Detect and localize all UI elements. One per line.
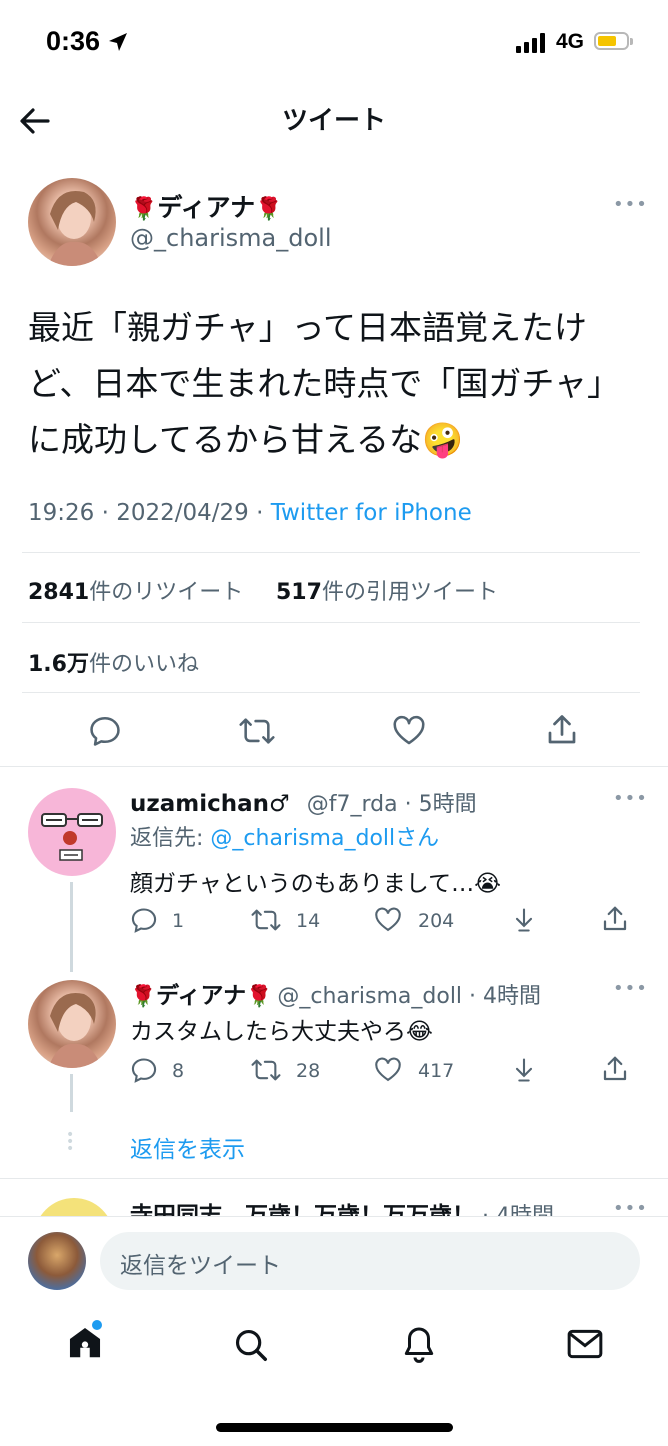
share-icon[interactable]	[600, 904, 630, 934]
thread-dots: • • •	[66, 1127, 75, 1157]
retweet-icon[interactable]	[238, 714, 276, 748]
status-bar: 0:36 4G	[0, 0, 668, 86]
avatar[interactable]	[28, 788, 116, 876]
tweet-source-link[interactable]: Twitter for iPhone	[271, 500, 472, 526]
quote-stats[interactable]: 517件の引用ツイート	[276, 574, 498, 606]
more-icon[interactable]: •••	[613, 1198, 648, 1216]
reply-time: 4時間	[483, 984, 542, 1009]
reply-to-prefix: 返信先:	[130, 826, 204, 851]
compose-placeholder: 返信をツイート	[120, 1253, 281, 1279]
retweet-count: 28	[296, 1060, 321, 1082]
divider	[0, 1178, 668, 1179]
partial-reply[interactable]: 寺田同志、万歳！万歳！万万歳！ · 4時間 •••	[0, 1180, 668, 1216]
show-replies-link[interactable]: 返信を表示	[130, 1130, 245, 1164]
retweet-count: 14	[296, 910, 321, 932]
avatar[interactable]	[34, 1198, 114, 1216]
home-indicator	[216, 1423, 453, 1432]
rose-icon: 🌹	[130, 197, 158, 222]
like-icon[interactable]	[374, 1056, 402, 1084]
reply-text: 顔ガチャというのもありまして…😭	[130, 871, 501, 897]
tweet-date: 2022/04/29	[116, 500, 249, 526]
divider	[22, 622, 640, 623]
tweet-time: 19:26	[28, 500, 95, 526]
rose-icon: 🌹	[130, 984, 157, 1008]
reply-to-suffix: さん	[395, 826, 440, 851]
avatar[interactable]	[28, 980, 116, 1068]
like-stats[interactable]: 1.6万件のいいね	[28, 646, 199, 678]
reply-icon[interactable]	[130, 906, 158, 934]
reply-text: カスタムしたら大丈夫やろ😂	[130, 1019, 433, 1045]
quotes-label: 件の引用ツイート	[321, 580, 498, 605]
retweets-label: 件のリツイート	[89, 580, 244, 605]
divider	[22, 692, 640, 693]
like-icon[interactable]	[392, 714, 426, 748]
notification-dot	[92, 1320, 102, 1330]
reply-time: 4時間	[496, 1204, 554, 1216]
thread-line	[70, 1074, 73, 1112]
reply-author-name: 寺田同志、万歳！万歳！万万歳！	[130, 1203, 475, 1216]
more-icon[interactable]: •••	[613, 194, 648, 215]
reply-header: 🌹ディアナ🌹 @_charisma_doll · 4時間	[130, 983, 542, 1009]
page-title: ツイート	[281, 106, 386, 136]
signal-icon	[516, 33, 545, 53]
likes-label: 件のいいね	[88, 652, 199, 677]
reply-to: 返信先: @_charisma_dollさん	[130, 820, 439, 852]
like-count: 204	[418, 910, 455, 932]
notifications-icon[interactable]	[400, 1324, 438, 1364]
reply-handle[interactable]: @_charisma_doll	[277, 984, 462, 1009]
tweet-text: 最近「親ガチャ」って日本語覚えたけど、日本で生まれた時点で「国ガチャ」に成功して…	[28, 308, 621, 459]
author-name: ディアナ	[157, 193, 256, 222]
rose-icon: 🌹	[255, 197, 283, 222]
reply-header: uzamichan♂ @f7_rda · 5時間	[130, 791, 477, 817]
tweet-meta: 19:26 · 2022/04/29 · Twitter for iPhone	[28, 500, 472, 526]
compose-avatar	[28, 1232, 86, 1290]
reply-compose-input[interactable]: 返信をツイート	[100, 1232, 640, 1290]
battery-icon	[594, 32, 633, 50]
reply-icon[interactable]	[88, 714, 122, 748]
likes-count: 1.6万	[28, 652, 89, 677]
header: ツイート	[0, 86, 668, 152]
more-icon[interactable]: •••	[613, 788, 648, 809]
quotes-count: 517	[276, 580, 322, 605]
reply-handle[interactable]: @f7_rda	[307, 792, 398, 817]
divider	[0, 1216, 668, 1217]
share-icon[interactable]	[600, 1054, 630, 1084]
retweet-icon[interactable]	[250, 1056, 282, 1084]
reply-time: 5時間	[418, 792, 477, 817]
reply-count: 1	[172, 910, 185, 932]
reply-author-name[interactable]: ディアナ	[156, 983, 246, 1009]
retweets-count: 2841	[28, 580, 90, 605]
reply-author-name[interactable]: uzamichan♂	[130, 791, 290, 817]
rose-icon: 🌹	[246, 984, 273, 1008]
like-icon[interactable]	[374, 906, 402, 934]
author-handle: @_charisma_doll	[130, 224, 332, 252]
divider	[22, 552, 640, 553]
network-type: 4G	[556, 30, 585, 53]
like-count: 417	[418, 1060, 455, 1082]
status-time: 0:36	[46, 26, 101, 56]
download-icon[interactable]	[510, 1056, 538, 1084]
reply-to-handle[interactable]: @_charisma_doll	[210, 826, 395, 851]
search-icon[interactable]	[232, 1326, 270, 1364]
bottom-nav	[0, 1312, 668, 1382]
retweet-stats[interactable]: 2841件のリツイート	[28, 574, 243, 606]
share-icon[interactable]	[544, 712, 580, 748]
reply-icon[interactable]	[130, 1056, 158, 1084]
more-icon[interactable]: •••	[613, 978, 648, 999]
thread-line	[70, 882, 73, 972]
reply-count: 8	[172, 1060, 185, 1082]
tweet-author[interactable]: 🌹ディアナ🌹	[130, 188, 283, 224]
retweet-icon[interactable]	[250, 906, 282, 934]
avatar[interactable]	[28, 178, 116, 266]
divider	[0, 766, 668, 767]
download-icon[interactable]	[510, 906, 538, 934]
messages-icon[interactable]	[566, 1326, 604, 1362]
location-arrow-icon	[109, 33, 127, 51]
